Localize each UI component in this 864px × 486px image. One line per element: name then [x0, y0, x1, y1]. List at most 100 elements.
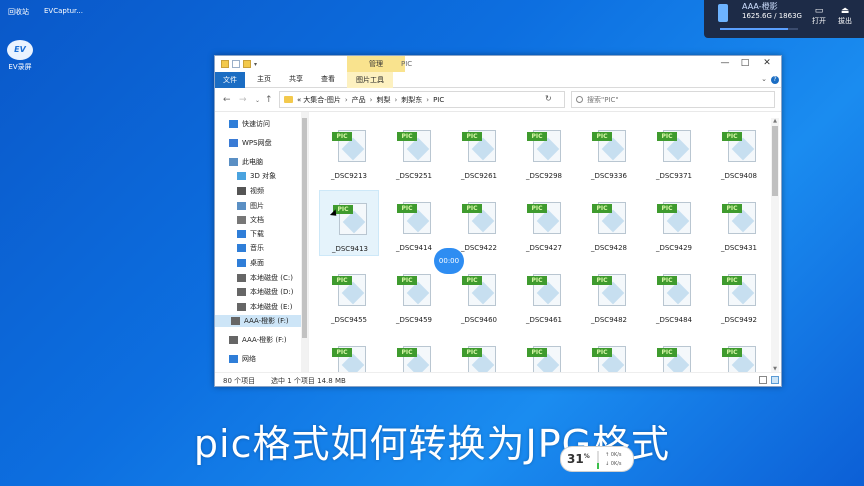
cloud-icon: [229, 139, 238, 147]
new-folder-icon[interactable]: [243, 60, 251, 68]
sidebar-item[interactable]: 视频: [237, 185, 264, 197]
file-item[interactable]: PIC _DSC9298: [514, 118, 574, 184]
file-item[interactable]: PIC _DSC9482: [579, 262, 639, 328]
properties-icon[interactable]: [232, 60, 240, 68]
ev-icon-label: EV录屏: [8, 63, 32, 71]
file-item[interactable]: PIC _DSC9371: [644, 118, 704, 184]
file-item[interactable]: PIC _DSC9427: [514, 190, 574, 256]
close-button[interactable]: ✕: [757, 58, 777, 68]
sidebar-item[interactable]: 文档: [237, 214, 264, 226]
usb-drive-icon: [718, 4, 728, 22]
file-name: _DSC9482: [590, 316, 628, 324]
sidebar-item[interactable]: 快速访问: [229, 118, 270, 130]
drive-icon: [231, 317, 240, 325]
tab-home[interactable]: 主页: [257, 74, 271, 84]
file-item[interactable]: PIC: [579, 334, 639, 372]
breadcrumb-item[interactable]: 大集合-图片: [303, 95, 341, 105]
file-item[interactable]: PIC _DSC9413: [319, 190, 379, 256]
drive-icon: [237, 303, 246, 311]
explorer-window: ▾ 管理 PIC — □ ✕ 文件 主页 共享 查看 图片工具 ⌄ ? ← → …: [214, 55, 782, 387]
sidebar-item[interactable]: AAA-橙影 (F:): [215, 315, 301, 327]
file-item[interactable]: PIC _DSC9336: [579, 118, 639, 184]
maximize-button[interactable]: □: [735, 58, 755, 68]
minimize-button[interactable]: —: [715, 58, 735, 68]
open-drive-button[interactable]: ▭ 打开: [808, 6, 830, 26]
sidebar-item[interactable]: 本地磁盘 (E:): [237, 301, 292, 313]
vertical-scrollbar[interactable]: ▲ ▼: [771, 118, 779, 372]
sidebar-item[interactable]: 图片: [237, 200, 264, 212]
breadcrumb-item[interactable]: 产品: [352, 95, 366, 105]
file-name: _DSC9371: [655, 172, 693, 180]
file-item[interactable]: PIC _DSC9414: [384, 190, 444, 256]
file-item[interactable]: PIC: [514, 334, 574, 372]
folder-open-icon: ▭: [814, 6, 824, 16]
file-name: _DSC9414: [395, 244, 433, 252]
sidebar-item[interactable]: AAA-橙影 (F:): [229, 334, 287, 346]
pic-file-icon: PIC: [462, 198, 496, 234]
sidebar-item[interactable]: 网络: [229, 353, 256, 365]
breadcrumb-item[interactable]: PIC: [433, 96, 444, 104]
file-item[interactable]: PIC _DSC9251: [384, 118, 444, 184]
file-item[interactable]: PIC _DSC9461: [514, 262, 574, 328]
eject-drive-button[interactable]: ⏏ 拔出: [834, 6, 856, 26]
search-input[interactable]: 搜索"PIC": [571, 91, 775, 108]
breadcrumb-overflow[interactable]: «: [297, 96, 301, 104]
recycle-bin-label[interactable]: 回收站: [8, 7, 29, 17]
refresh-icon[interactable]: ↻: [545, 94, 552, 103]
pic-file-icon: PIC: [397, 270, 431, 306]
pic-file-icon: PIC: [657, 126, 691, 162]
file-item[interactable]: PIC _DSC9492: [709, 262, 769, 328]
back-arrow-icon[interactable]: ←: [223, 95, 231, 105]
sidebar-item-label: AAA-橙影 (F:): [244, 317, 289, 325]
tab-view[interactable]: 查看: [321, 74, 335, 84]
file-item[interactable]: PIC _DSC9408: [709, 118, 769, 184]
evcapture-label[interactable]: EVCaptur...: [44, 7, 83, 15]
sidebar-item[interactable]: 3D 对象: [237, 170, 276, 182]
collapse-ribbon-icon[interactable]: ⌄: [761, 75, 767, 83]
sidebar-item[interactable]: 下载: [237, 228, 264, 240]
navigation-scrollbar[interactable]: [301, 112, 308, 372]
ev-recorder-desktop-icon[interactable]: EV EV录屏: [6, 40, 34, 72]
drive-capacity: 1625.6G / 1863G: [742, 12, 802, 20]
file-item[interactable]: PIC _DSC9261: [449, 118, 509, 184]
file-item[interactable]: PIC: [644, 334, 704, 372]
recording-timer[interactable]: 00:00: [434, 248, 464, 274]
tab-share[interactable]: 共享: [289, 74, 303, 84]
network-speed-widget[interactable]: 31% ↑ 0K/s ↓ 0K/s: [560, 446, 634, 472]
file-item[interactable]: PIC _DSC9455: [319, 262, 379, 328]
address-bar[interactable]: « 大集合-图片 › 产品 › 刺梨 › 刺梨东 › PIC: [279, 91, 565, 108]
tab-file[interactable]: 文件: [215, 72, 245, 88]
file-item[interactable]: PIC _DSC9459: [384, 262, 444, 328]
file-item[interactable]: PIC _DSC9213: [319, 118, 379, 184]
tab-picture-tools[interactable]: 图片工具: [347, 72, 393, 88]
pic-file-icon: PIC: [722, 342, 756, 372]
sidebar-item[interactable]: WPS网盘: [229, 137, 272, 149]
file-item[interactable]: PIC: [384, 334, 444, 372]
title-bar: ▾ 管理 PIC — □ ✕: [215, 56, 781, 72]
sidebar-item[interactable]: 音乐: [237, 242, 264, 254]
help-icon[interactable]: ?: [771, 76, 779, 84]
sidebar-item[interactable]: 桌面: [237, 257, 264, 269]
breadcrumb-item[interactable]: 刺梨东: [401, 95, 422, 105]
recent-dropdown-icon[interactable]: ⌄: [255, 97, 260, 104]
tab-manage[interactable]: 管理: [347, 56, 405, 72]
up-arrow-icon[interactable]: ↑: [265, 95, 273, 105]
sidebar-item[interactable]: 本地磁盘 (D:): [237, 286, 293, 298]
file-item[interactable]: PIC _DSC9422: [449, 190, 509, 256]
sidebar-item[interactable]: 此电脑: [229, 156, 263, 168]
file-item[interactable]: PIC _DSC9484: [644, 262, 704, 328]
file-item[interactable]: PIC: [709, 334, 769, 372]
file-item[interactable]: PIC _DSC9431: [709, 190, 769, 256]
file-item[interactable]: PIC _DSC9428: [579, 190, 639, 256]
scrollbar-thumb[interactable]: [772, 126, 778, 196]
forward-arrow-icon[interactable]: →: [239, 95, 247, 105]
file-item[interactable]: PIC: [449, 334, 509, 372]
dropdown-icon[interactable]: ▾: [254, 61, 257, 68]
file-name: _DSC9492: [720, 316, 758, 324]
sidebar-item[interactable]: 本地磁盘 (C:): [237, 272, 293, 284]
breadcrumb-item[interactable]: 刺梨: [376, 95, 390, 105]
file-item[interactable]: PIC _DSC9429: [644, 190, 704, 256]
details-view-icon[interactable]: [759, 376, 767, 384]
large-icons-view-icon[interactable]: [771, 376, 779, 384]
file-item[interactable]: PIC: [319, 334, 379, 372]
